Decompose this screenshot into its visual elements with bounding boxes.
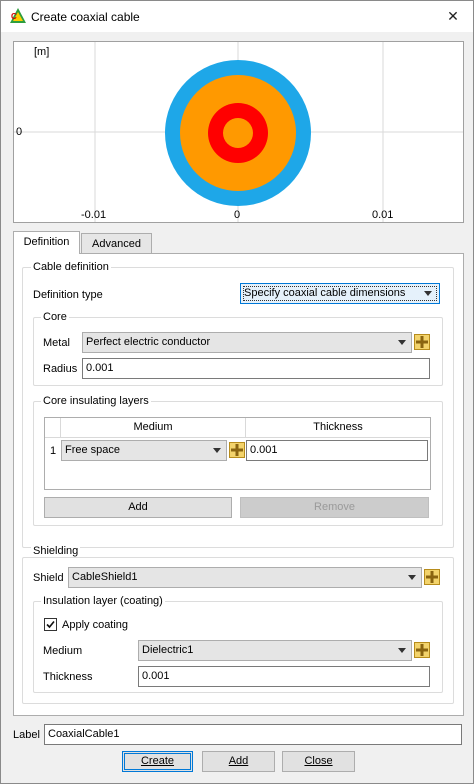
apply-coating-label: Apply coating: [62, 619, 129, 631]
layers-table: Medium Thickness 1 Free space 0.001: [44, 417, 431, 490]
definition-type-label: Definition type: [33, 289, 103, 301]
tab-advanced[interactable]: Advanced: [81, 233, 152, 253]
window-title: Create coaxial cable: [31, 10, 140, 24]
layer-thickness-input[interactable]: 0.001: [246, 440, 428, 461]
coating-thickness-input[interactable]: 0.001: [138, 666, 430, 687]
definition-panel: Cable definition Definition type Specify…: [13, 253, 464, 716]
metal-select[interactable]: Perfect electric conductor: [82, 332, 412, 353]
checkmark-icon: [46, 620, 55, 629]
column-header-medium: Medium: [61, 418, 246, 438]
x-tick-label: 0.01: [372, 209, 394, 221]
app-icon: C: [10, 8, 26, 23]
close-window-icon[interactable]: ✕: [435, 4, 471, 28]
cable-definition-title: Cable definition: [31, 261, 111, 273]
coating-medium-select[interactable]: Dielectric1: [138, 640, 412, 661]
row-index: 1: [50, 445, 57, 457]
add-shield-icon[interactable]: [424, 569, 440, 585]
x-tick-label: 0: [234, 209, 241, 221]
add-metal-icon[interactable]: [414, 334, 430, 350]
apply-coating-checkbox[interactable]: [44, 618, 57, 631]
definition-type-select[interactable]: Specify coaxial cable dimensions: [240, 283, 440, 304]
coating-medium-label: Medium: [43, 645, 83, 657]
chevron-down-icon: [424, 291, 432, 296]
label-input[interactable]: CoaxialCable1: [44, 724, 462, 745]
coating-thickness-label: Thickness: [43, 671, 93, 683]
add-button[interactable]: Add: [202, 751, 275, 772]
add-layer-medium-icon[interactable]: [229, 442, 245, 458]
column-header-thickness: Thickness: [246, 418, 430, 438]
add-layer-button[interactable]: Add: [44, 497, 232, 518]
chevron-down-icon: [213, 448, 221, 453]
remove-layer-button[interactable]: Remove: [240, 497, 429, 518]
core-center: [223, 118, 253, 148]
x-tick-label: -0.01: [81, 209, 107, 221]
label-label: Label: [13, 729, 40, 741]
shielding-title: Shielding: [31, 545, 81, 557]
radius-input[interactable]: 0.001: [82, 358, 430, 379]
unit-label: [m]: [34, 46, 50, 58]
metal-label: Metal: [43, 337, 70, 349]
y-tick-label: 0: [16, 126, 23, 138]
shield-select[interactable]: CableShield1: [68, 567, 422, 588]
insulation-layer-title: Insulation layer (coating): [41, 595, 165, 607]
chevron-down-icon: [398, 340, 406, 345]
core-title: Core: [41, 311, 69, 323]
chevron-down-icon: [408, 575, 416, 580]
add-coating-medium-icon[interactable]: [414, 642, 430, 658]
svg-text:C: C: [11, 12, 17, 21]
create-button[interactable]: Create: [122, 751, 193, 772]
tab-definition[interactable]: Definition: [13, 231, 80, 254]
radius-label: Radius: [43, 363, 78, 375]
create-coaxial-cable-dialog: C Create coaxial cable ✕ [m] 0 -0.01 0 0…: [0, 0, 474, 784]
title-bar: C Create coaxial cable ✕: [1, 1, 473, 32]
chevron-down-icon: [398, 648, 406, 653]
layer-medium-select[interactable]: Free space: [61, 440, 227, 461]
core-insulating-layers-title: Core insulating layers: [41, 395, 151, 407]
shield-label: Shield: [33, 572, 64, 584]
close-button[interactable]: Close: [282, 751, 355, 772]
row-header-corner: [45, 418, 61, 438]
preview-canvas: [14, 42, 463, 222]
cable-preview: [m] 0 -0.01 0 0.01: [13, 41, 464, 223]
